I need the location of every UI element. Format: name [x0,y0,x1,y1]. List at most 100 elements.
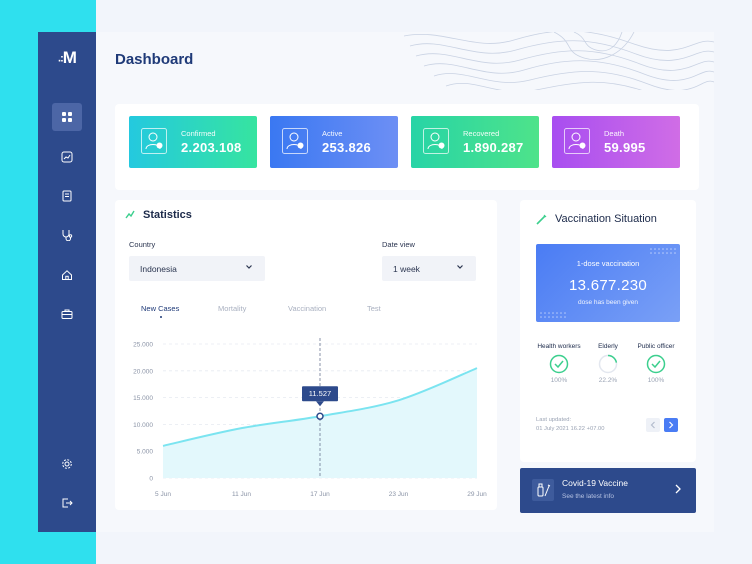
stat-label: Recovered [463,129,500,138]
last-updated: Last updated: 01 July 2021 16.22 +07.00 [536,416,605,434]
stats-panel: Confirmed 2.203.108 Active 253.826 Recov… [115,104,699,190]
sidebar-item-home[interactable] [52,261,82,289]
last-updated-label: Last updated: [536,417,572,423]
sidebar-item-logout[interactable] [52,489,82,517]
progress-ring-complete-icon [646,354,666,374]
person-shield-icon [141,128,167,154]
group-percent: 22.2% [598,377,618,384]
person-cross-icon [564,128,590,154]
country-select[interactable]: Indonesia [129,256,265,281]
syringe-icon [536,214,547,225]
sidebar-item-dashboard[interactable] [52,103,82,131]
new-cases-chart: 25.000 20.000 15.000 10.000 5.000 0 5 Jun 11 Ju… [133,338,487,498]
stat-value: 1.890.287 [463,140,524,155]
app-window: .:M Dashboard Confirmed 2.203.108 Active… [38,32,714,532]
stat-card-active[interactable]: Active 253.826 [270,116,398,168]
tab-test[interactable]: Test [367,304,381,313]
sidebar-item-kit[interactable] [52,300,82,328]
statistics-title: Statistics [143,209,192,221]
vaccination-card: Vaccination Situation 1-dose vaccination… [520,200,696,462]
vaccine-card-title: Covid-19 Vaccine [562,478,628,488]
date-view-select[interactable]: 1 week [382,256,476,281]
last-updated-value: 01 July 2021 16.22 +07.00 [536,426,605,432]
y-tick-label: 20.000 [133,368,153,375]
dose-label: 1-dose vaccination [576,259,640,268]
chevron-down-icon [246,265,252,269]
gear-icon [62,459,72,469]
x-tick-label: 11 Jun [232,491,251,498]
topographic-pattern [404,32,714,90]
logo[interactable]: .:M [38,48,96,68]
y-tick-label: 15.000 [133,395,153,402]
y-tick-label: 0 [149,476,153,483]
dose-value: 13.677.230 [568,277,648,294]
stethoscope-icon [62,230,73,241]
y-tick-label: 25.000 [133,342,153,349]
sidebar-item-health[interactable] [52,221,82,249]
highlight-point [316,412,324,420]
y-tick-label: 5.000 [137,449,154,456]
next-button[interactable] [664,418,678,432]
group-label: Health workers [537,343,581,350]
sidebar-item-settings[interactable] [52,450,82,478]
vaccine-vial-icon [537,483,551,497]
document-icon [62,190,72,202]
person-check-icon [423,128,449,154]
grid-icon [62,112,72,122]
group-label: Elderly [598,343,618,350]
stat-label: Death [604,129,625,138]
vaccination-title: Vaccination Situation [555,213,657,225]
dose-summary: 1-dose vaccination 13.677.230 dose has b… [536,244,680,322]
statistics-card: Statistics Country Indonesia Date view 1… [115,200,497,510]
date-view-label: Date view [382,240,415,249]
vaccine-card-subtitle: See the latest info [562,493,615,500]
tab-new-cases[interactable]: New Cases [141,304,179,313]
group-elderly: Elderly 22.2% [582,343,634,384]
tooltip-pointer [316,401,324,407]
sidebar-item-statistics[interactable] [52,143,82,171]
sidebar: .:M [38,32,96,532]
group-label: Public officer [637,343,675,350]
group-health-workers: Health workers 100% [533,343,585,384]
sidebar-item-documents[interactable] [52,182,82,210]
country-select-value: Indonesia [140,263,177,274]
progress-ring-icon [598,354,618,374]
progress-ring-complete-icon [549,354,569,374]
stat-label: Confirmed [181,129,216,138]
home-icon [62,270,72,281]
covid-vaccine-card[interactable]: Covid-19 Vaccine See the latest info [520,468,696,513]
dose-subtitle: dose has been given [578,299,638,306]
y-tick-label: 10.000 [133,422,153,429]
stat-label: Active [322,129,343,138]
logo-letter: M [62,48,77,67]
group-percent: 100% [550,377,568,384]
tab-vaccination[interactable]: Vaccination [288,304,326,313]
x-tick-label: 5 Jun [155,491,171,498]
x-tick-label: 23 Jun [389,491,409,498]
trend-icon [125,210,135,219]
active-tab-indicator [160,316,162,318]
page-title: Dashboard [115,51,194,68]
chart-icon [61,151,73,163]
group-percent: 100% [647,377,665,384]
tooltip-label: 11.527 [309,389,331,398]
chevron-right-icon [675,484,681,494]
prev-button[interactable] [646,418,660,432]
stat-card-confirmed[interactable]: Confirmed 2.203.108 [129,116,257,168]
stat-card-death[interactable]: Death 59.995 [552,116,680,168]
stat-value: 2.203.108 [181,140,242,155]
stat-value: 59.995 [604,140,646,155]
chevron-right-icon [669,421,674,429]
group-public-officer: Public officer 100% [630,343,682,384]
chevron-down-icon [457,265,463,269]
x-tick-label: 29 Jun [467,491,487,498]
dot-pattern [540,312,566,318]
chevron-left-icon [650,421,655,429]
tab-mortality[interactable]: Mortality [218,304,246,313]
briefcase-icon [61,309,73,319]
x-tick-label: 17 Jun [310,491,330,498]
stat-value: 253.826 [322,140,372,155]
stat-card-recovered[interactable]: Recovered 1.890.287 [411,116,539,168]
country-label: Country [129,240,156,249]
logout-icon [62,498,73,508]
